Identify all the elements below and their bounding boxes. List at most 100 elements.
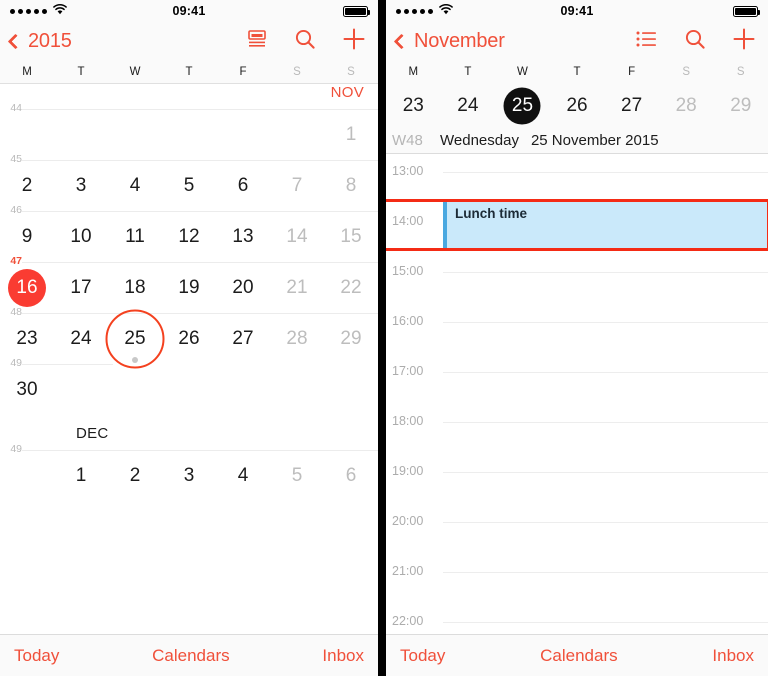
day-cell[interactable]: 17 bbox=[54, 262, 108, 313]
nav-title-right: November bbox=[414, 29, 505, 52]
search-icon[interactable] bbox=[294, 28, 316, 55]
day-cell[interactable]: 8 bbox=[324, 160, 378, 211]
day-cell[interactable]: 30 bbox=[0, 364, 54, 415]
inbox-button-right[interactable]: Inbox bbox=[712, 646, 754, 666]
month-grid[interactable]: 44 1 45 2 3 4 5 6 7 8 46 9 10 11 12 13 14 15 47 16 17 18 19 20 2… bbox=[0, 84, 378, 634]
strip-day-cell[interactable]: 24 bbox=[441, 95, 496, 117]
today-button-right[interactable]: Today bbox=[400, 646, 445, 666]
hour-row[interactable]: 19:00 bbox=[386, 464, 768, 478]
day-number: 4 bbox=[237, 464, 249, 486]
day-cell-empty bbox=[270, 364, 324, 415]
day-cell[interactable]: 5 bbox=[162, 160, 216, 211]
week-days: 1 2 3 4 5 6 bbox=[0, 450, 378, 501]
calendars-button-right[interactable]: Calendars bbox=[540, 646, 618, 666]
day-cell[interactable]: 21 bbox=[270, 262, 324, 313]
day-cell[interactable]: 5 bbox=[270, 450, 324, 501]
day-cell[interactable]: 4 bbox=[216, 450, 270, 501]
strip-day-number: 24 bbox=[457, 95, 479, 116]
calendars-button-left[interactable]: Calendars bbox=[152, 646, 230, 666]
strip-day-cell[interactable]: 29 bbox=[713, 95, 768, 117]
add-icon[interactable] bbox=[732, 27, 756, 56]
day-number: 3 bbox=[183, 464, 195, 486]
day-cell[interactable]: 28 bbox=[270, 313, 324, 364]
month-label-current: NOV bbox=[330, 84, 364, 101]
day-cell[interactable]: 4 bbox=[108, 160, 162, 211]
day-number: 20 bbox=[232, 276, 254, 298]
back-to-year-button[interactable]: 2015 bbox=[7, 30, 72, 53]
strip-day-cell[interactable]: 28 bbox=[659, 95, 714, 117]
chevron-left-icon bbox=[7, 33, 24, 49]
hour-row[interactable]: 17:00 bbox=[386, 364, 768, 378]
day-number: 5 bbox=[291, 464, 303, 486]
day-cell[interactable]: 19 bbox=[162, 262, 216, 313]
day-number: 18 bbox=[124, 276, 146, 298]
back-to-month-button[interactable]: November bbox=[393, 29, 505, 53]
day-cell[interactable]: 7 bbox=[270, 160, 324, 211]
day-number: 4 bbox=[129, 174, 141, 196]
day-number: 13 bbox=[232, 225, 254, 247]
search-icon[interactable] bbox=[684, 28, 706, 55]
strip-day-cell[interactable]: 25 bbox=[495, 95, 550, 117]
day-number: 23 bbox=[16, 327, 38, 349]
strip-day-number: 25 bbox=[511, 95, 534, 116]
day-cell[interactable]: 1 bbox=[324, 109, 378, 160]
day-cell[interactable]: 2 bbox=[108, 450, 162, 501]
day-view-icon[interactable] bbox=[246, 29, 268, 54]
hour-label: 18:00 bbox=[392, 414, 424, 428]
list-view-icon[interactable] bbox=[636, 30, 658, 53]
day-cell[interactable]: 29 bbox=[324, 313, 378, 364]
day-cell-empty bbox=[108, 364, 162, 415]
day-cell[interactable]: 20 bbox=[216, 262, 270, 313]
day-cell-empty bbox=[216, 109, 270, 160]
hour-label: 20:00 bbox=[392, 514, 424, 528]
strip-day-cell[interactable]: 27 bbox=[604, 95, 659, 117]
day-cell[interactable]: 10 bbox=[54, 211, 108, 262]
day-cell-empty bbox=[324, 364, 378, 415]
day-cell[interactable]: 11 bbox=[108, 211, 162, 262]
hour-gridline bbox=[443, 372, 768, 373]
status-bar-clock: 09:41 bbox=[560, 4, 594, 18]
week-day-strip[interactable]: 23 24 25 26 27 28 29 bbox=[386, 84, 768, 128]
day-cell[interactable]: 27 bbox=[216, 313, 270, 364]
inbox-button-left[interactable]: Inbox bbox=[322, 646, 364, 666]
hour-row[interactable]: 22:00 bbox=[386, 614, 768, 628]
day-cell[interactable]: 6 bbox=[216, 160, 270, 211]
day-cell[interactable]: 25 bbox=[108, 313, 162, 364]
day-cell[interactable]: 14 bbox=[270, 211, 324, 262]
hour-row[interactable]: 20:00 bbox=[386, 514, 768, 528]
selected-day-info: W48 Wednesday 25 November 2015 bbox=[386, 128, 768, 154]
hour-row[interactable]: 18:00 bbox=[386, 414, 768, 428]
add-icon[interactable] bbox=[342, 27, 366, 56]
weekday-header-right: MTWTFSS bbox=[386, 60, 768, 84]
day-cell[interactable]: 3 bbox=[54, 160, 108, 211]
day-number: 10 bbox=[70, 225, 92, 247]
hour-row[interactable]: 16:00 bbox=[386, 314, 768, 328]
day-cell[interactable]: 1 bbox=[54, 450, 108, 501]
day-cell[interactable]: 6 bbox=[324, 450, 378, 501]
day-cell[interactable]: 3 bbox=[162, 450, 216, 501]
day-cell[interactable]: 15 bbox=[324, 211, 378, 262]
day-cell[interactable]: 24 bbox=[54, 313, 108, 364]
week-days: 30 bbox=[0, 364, 378, 415]
day-timeline[interactable]: 13:00 14:00 15:00 16:00 17:00 18:00 19:00 20:00… bbox=[386, 154, 768, 634]
hour-row[interactable]: 13:00 bbox=[386, 164, 768, 178]
hour-row[interactable]: 15:00 bbox=[386, 264, 768, 278]
day-number: 28 bbox=[286, 327, 308, 349]
hour-row[interactable]: 21:00 bbox=[386, 564, 768, 578]
hour-gridline bbox=[443, 172, 768, 173]
event-title: Lunch time bbox=[455, 206, 528, 221]
strip-day-number: 23 bbox=[402, 95, 424, 116]
day-cell[interactable]: 26 bbox=[162, 313, 216, 364]
hour-label: 19:00 bbox=[392, 464, 424, 478]
weekday-label-left-3: T bbox=[185, 65, 193, 78]
battery-full-icon bbox=[733, 5, 760, 17]
strip-day-cell[interactable]: 23 bbox=[386, 95, 441, 117]
day-cell[interactable]: 12 bbox=[162, 211, 216, 262]
day-cell[interactable]: 22 bbox=[324, 262, 378, 313]
status-bar-left: 09:41 bbox=[0, 0, 378, 22]
today-button-left[interactable]: Today bbox=[14, 646, 59, 666]
day-cell[interactable]: 13 bbox=[216, 211, 270, 262]
day-cell[interactable]: 18 bbox=[108, 262, 162, 313]
calendar-event[interactable]: Lunch time bbox=[443, 201, 768, 249]
strip-day-cell[interactable]: 26 bbox=[550, 95, 605, 117]
